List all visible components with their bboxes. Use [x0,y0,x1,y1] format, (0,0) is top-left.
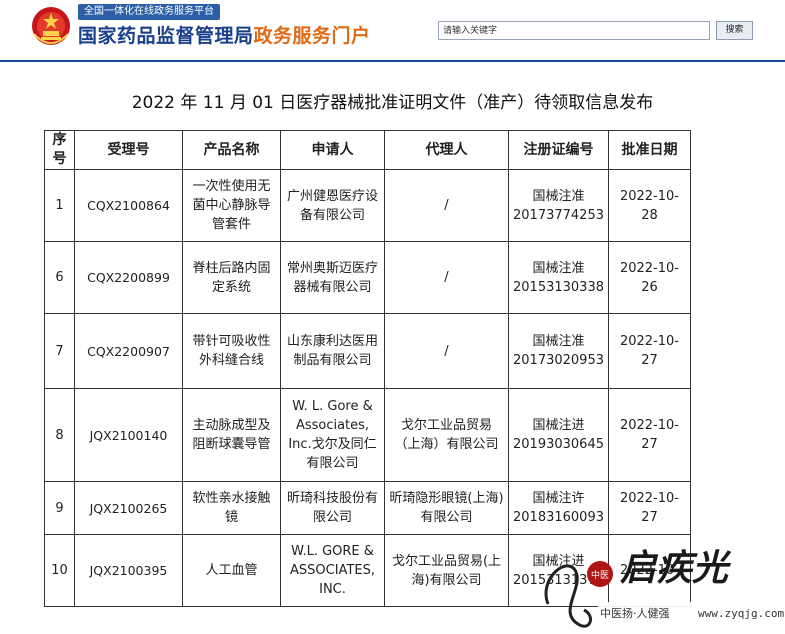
cell-agent: / [384,169,509,242]
reg-no-number: 20173774253 [513,207,604,223]
table-row: 6 CQX2200899 脊柱后路内固定系统 常州奥斯迈医疗器械有限公司 / 国… [44,241,691,314]
header-reg-no: 注册证编号 [508,130,609,170]
cell-seq: 8 [44,388,75,482]
watermark-tagline: 中医扬·人健强 [600,606,670,620]
brand-watermark: 中医 启疾光 中医扬·人健强 www.zyqjg.com [544,547,785,634]
cell-acceptance-no: JQX2100395 [74,534,183,607]
site-title-agency: 国家药品监督管理局 [78,25,254,47]
cell-applicant: 昕琦科技股份有限公司 [280,481,385,535]
cell-acceptance-no: JQX2100140 [74,388,183,482]
cell-agent: / [384,313,509,389]
cell-date: 2022-10-27 [607,388,691,482]
site-header: 全国一体化在线政务服务平台 国家药品监督管理局政务服务门户 搜索 [0,0,785,62]
cell-product: 人工血管 [182,534,281,607]
table-row: 8 JQX2100140 主动脉成型及阻断球囊导管 W. L. Gore & A… [44,388,691,482]
cell-acceptance-no: CQX2200907 [74,313,183,389]
reg-no-prefix: 国械注进 [532,418,585,433]
cell-acceptance-no: CQX2200899 [74,241,183,314]
platform-tag[interactable]: 全国一体化在线政务服务平台 [78,4,220,20]
cell-agent: 昕琦隐形眼镜(上海)有限公司 [384,481,509,535]
site-title-portal: 政务服务门户 [253,25,371,47]
header-divider [0,60,785,62]
cell-seq: 7 [44,313,75,389]
reg-no-number: 20153130338 [513,279,604,295]
header-seq: 序号 [44,130,75,170]
watermark-brand: 启疾光 [620,547,732,589]
header-date: 批准日期 [607,130,691,170]
brush-swirl-icon [544,564,593,628]
cell-reg-no: 国械注准 20153130338 [508,241,609,314]
header-acceptance-no: 受理号 [74,130,183,170]
watermark-url: www.zyqjg.com [698,607,784,620]
cell-applicant: W. L. Gore & Associates, Inc.戈尔及同仁有限公司 [280,388,385,482]
cell-agent: 戈尔工业品贸易（上海）有限公司 [384,388,509,482]
cell-acceptance-no: CQX2100864 [74,169,183,242]
reg-no-number: 20173020953 [513,353,604,368]
cell-product: 脊柱后路内固定系统 [182,241,281,314]
header-product: 产品名称 [182,130,281,170]
cell-product: 一次性使用无菌中心静脉导管套件 [182,169,281,242]
table-header-row: 序号 受理号 产品名称 申请人 代理人 注册证编号 批准日期 [44,130,691,170]
reg-no-number: 20193030645 [513,437,604,452]
page-title: 2022 年 11 月 01 日医疗器械批准证明文件（准产）待领取信息发布 [131,93,654,113]
cell-applicant: 常州奥斯迈医疗器械有限公司 [280,241,385,314]
cell-product: 主动脉成型及阻断球囊导管 [182,388,281,482]
cell-applicant: W.L. GORE & ASSOCIATES, INC. [280,534,385,607]
cell-applicant: 广州健恩医疗设备有限公司 [280,169,385,242]
cell-seq: 10 [44,534,75,607]
cell-date: 2022-10-27 [607,313,691,389]
cell-product: 软性亲水接触镜 [182,481,281,535]
cell-acceptance-no: JQX2100265 [74,481,183,535]
cell-date: 2022-10-28 [607,169,691,242]
cell-reg-no: 国械注进 20193030645 [508,388,609,482]
search-button[interactable]: 搜索 [716,21,753,40]
header-agent: 代理人 [384,130,509,170]
cell-seq: 6 [44,241,75,314]
reg-no-number: 20183160093 [513,510,604,525]
cell-product: 带针可吸收性外科缝合线 [182,313,281,389]
reg-no-prefix: 国械注准 [532,188,585,204]
cell-agent: / [384,241,509,314]
seal-text: 中医 [591,569,609,581]
reg-no-prefix: 国械注许 [532,491,585,506]
cell-seq: 9 [44,481,75,535]
cell-reg-no: 国械注准 20173774253 [508,169,609,242]
reg-no-prefix: 国械注准 [532,334,585,349]
national-emblem-icon [32,7,70,45]
cell-applicant: 山东康利达医用制品有限公司 [280,313,385,389]
cell-date: 2022-10-26 [607,241,691,314]
site-title[interactable]: 国家药品监督管理局政务服务门户 [78,21,371,48]
cell-seq: 1 [44,169,75,242]
cell-reg-no: 国械注准 20173020953 [508,313,609,389]
table-row: 1 CQX2100864 一次性使用无菌中心静脉导管套件 广州健恩医疗设备有限公… [44,169,691,242]
header-applicant: 申请人 [280,130,385,170]
cell-agent: 戈尔工业品贸易(上海)有限公司 [384,534,509,607]
search-input[interactable] [438,21,710,40]
reg-no-prefix: 国械注准 [532,260,585,276]
table-row: 7 CQX2200907 带针可吸收性外科缝合线 山东康利达医用制品有限公司 /… [44,313,691,389]
